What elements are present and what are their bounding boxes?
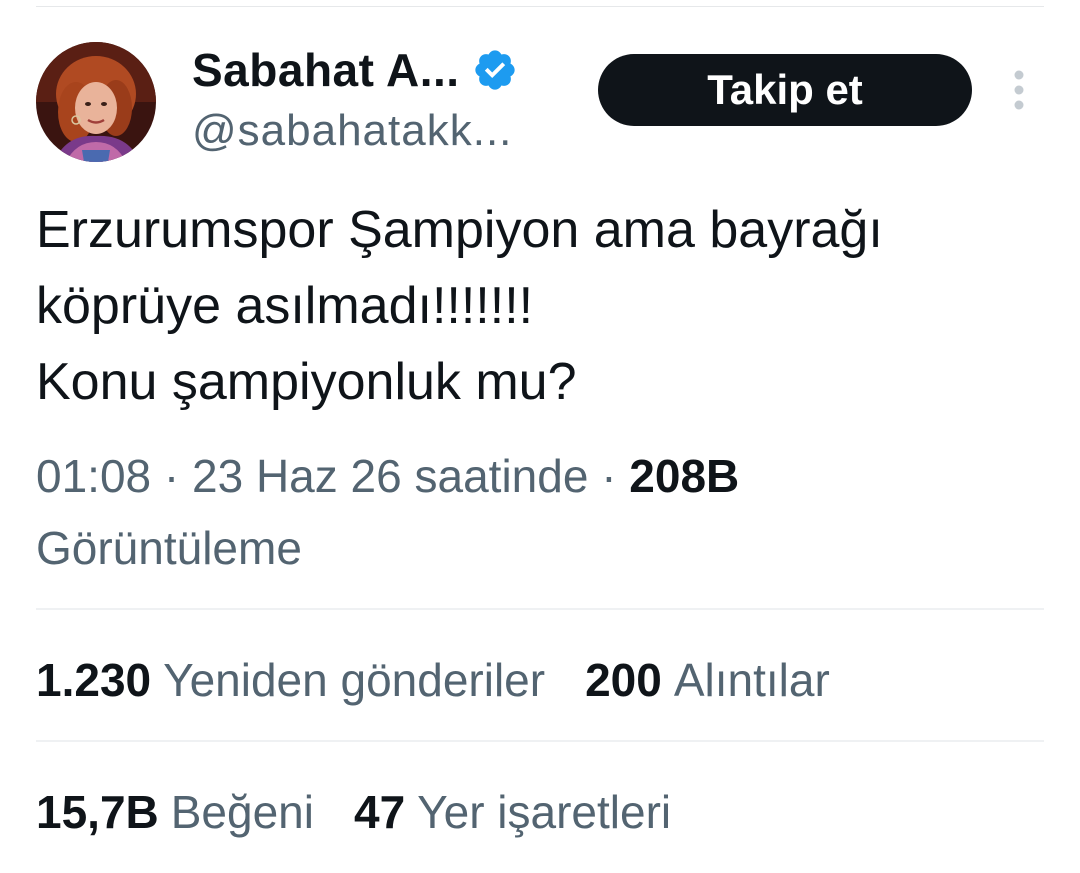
avatar-image xyxy=(36,42,156,162)
quotes-label: Alıntılar xyxy=(673,654,830,706)
quotes-stat[interactable]: 200 Alıntılar xyxy=(585,653,830,707)
meta-separator: · xyxy=(601,450,617,502)
retweets-label: Yeniden gönderiler xyxy=(163,654,546,706)
divider xyxy=(36,608,1044,610)
retweets-count: 1.230 xyxy=(36,654,152,706)
retweets-stat[interactable]: 1.230 Yeniden gönderiler xyxy=(36,653,545,707)
author-name-row[interactable]: Sabahat A... xyxy=(192,40,518,100)
stats-row-engagement: 15,7B Beğeni 47 Yer işaretleri xyxy=(36,782,671,842)
likes-count: 15,7B xyxy=(36,786,159,838)
divider xyxy=(36,740,1044,742)
more-vertical-icon[interactable] xyxy=(1004,68,1034,112)
likes-stat[interactable]: 15,7B Beğeni xyxy=(36,785,314,839)
quotes-count: 200 xyxy=(585,654,662,706)
bookmarks-stat[interactable]: 47 Yer işaretleri xyxy=(354,785,671,839)
tweet-text-line: köprüye asılmadı!!!!!!! xyxy=(36,277,534,335)
avatar[interactable] xyxy=(36,42,156,162)
bookmarks-label: Yer işaretleri xyxy=(417,786,672,838)
top-divider xyxy=(36,6,1044,7)
tweet-meta: 01:08 · 23 Haz 26 saatinde · 208B Görünt… xyxy=(36,440,1046,584)
meta-separator: · xyxy=(163,450,180,502)
tweet-text-line: Konu şampiyonluk mu? xyxy=(36,353,577,411)
tweet-date[interactable]: 23 Haz 26 saatinde xyxy=(192,450,588,502)
views-label[interactable]: Görüntüleme xyxy=(36,512,1046,584)
bookmarks-count: 47 xyxy=(353,786,406,838)
stats-row-shares: 1.230 Yeniden gönderiler 200 Alıntılar xyxy=(36,650,830,710)
views-count[interactable]: 208B xyxy=(629,450,739,502)
tweet-time[interactable]: 01:08 xyxy=(36,450,151,502)
author-name[interactable]: Sabahat A... xyxy=(192,43,460,97)
tweet-text-line: Erzurumspor Şampiyon ama bayrağı xyxy=(36,201,883,259)
author-handle[interactable]: @sabahatakk... xyxy=(192,106,512,156)
verified-badge-icon xyxy=(472,47,518,93)
likes-label: Beğeni xyxy=(170,786,314,838)
tweet-text: Erzurumspor Şampiyon ama bayrağı köprüye… xyxy=(36,192,1046,420)
follow-button[interactable]: Takip et xyxy=(598,54,972,126)
